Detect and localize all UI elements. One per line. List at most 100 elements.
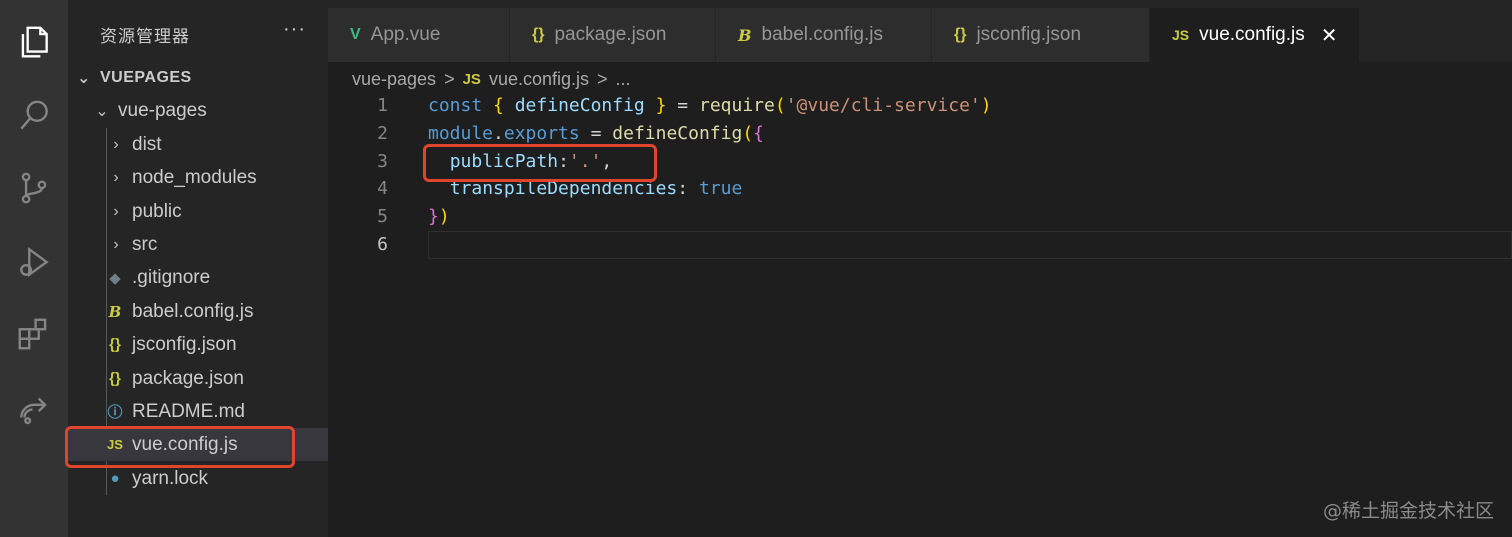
tree-item-label: src bbox=[132, 233, 158, 255]
tree-item-label: babel.config.js bbox=[132, 300, 254, 322]
info-icon: ⓘ bbox=[107, 404, 123, 421]
watermark: @稀土掘金技术社区 bbox=[1322, 500, 1494, 522]
workspace-root-label: VUEPAGES bbox=[100, 68, 192, 86]
code-token: exports bbox=[503, 123, 580, 144]
explorer-title: 资源管理器 bbox=[100, 27, 190, 47]
code-token: } bbox=[655, 95, 667, 116]
tab-app-vue[interactable]: V App.vue bbox=[328, 8, 510, 62]
code-token: module bbox=[428, 123, 494, 144]
tab-jsconfig[interactable]: {} jsconfig.json bbox=[932, 8, 1150, 62]
tree-item-package-json[interactable]: {} package.json bbox=[68, 362, 328, 395]
code-token: ( bbox=[774, 95, 786, 116]
code-token: } bbox=[428, 206, 439, 227]
tab-vue-config[interactable]: JS vue.config.js ✕ bbox=[1150, 8, 1360, 62]
tree-item-label: .gitignore bbox=[132, 266, 211, 288]
tab-label: App.vue bbox=[370, 24, 441, 45]
code-token: ) bbox=[980, 95, 992, 116]
tree-item-label: node_modules bbox=[132, 166, 257, 188]
code-token: { bbox=[753, 123, 764, 144]
tab-package-json[interactable]: {} package.json bbox=[510, 8, 716, 62]
tab-label: vue.config.js bbox=[1199, 24, 1305, 45]
code-token: { bbox=[493, 95, 504, 116]
code-token: ) bbox=[438, 206, 450, 227]
tree-item-public[interactable]: › public bbox=[68, 195, 328, 228]
json-icon: {} bbox=[109, 336, 121, 353]
search-icon[interactable] bbox=[12, 94, 56, 138]
code-token: defineConfig bbox=[612, 123, 743, 144]
breadcrumb: vue-pages > JS vue.config.js > ... bbox=[352, 66, 631, 92]
code-token: const bbox=[428, 95, 483, 116]
code-token: = bbox=[677, 95, 689, 116]
code-token: ( bbox=[742, 123, 754, 144]
code-line-5: }) bbox=[428, 203, 450, 231]
tab-bar: V App.vue {} package.json B babel.config… bbox=[328, 0, 1512, 62]
breadcrumb-more[interactable]: ... bbox=[616, 69, 631, 90]
tree-item-dist[interactable]: › dist bbox=[68, 128, 328, 161]
chevron-down-icon: ⌄ bbox=[77, 69, 91, 87]
tree-item-label: README.md bbox=[132, 400, 245, 422]
source-control-icon[interactable] bbox=[12, 166, 56, 210]
babel-icon: B bbox=[738, 25, 752, 45]
chevron-right-icon: > bbox=[597, 68, 608, 89]
folder-vue-pages[interactable]: ⌄ vue-pages bbox=[68, 94, 328, 127]
yarn-icon: ● bbox=[110, 470, 120, 487]
babel-icon: B bbox=[108, 302, 122, 321]
line-number: 3 bbox=[377, 151, 388, 172]
extensions-icon[interactable] bbox=[12, 312, 56, 356]
chevron-right-icon: > bbox=[444, 68, 455, 89]
json-icon: {} bbox=[109, 370, 121, 387]
chevron-right-icon: › bbox=[113, 168, 119, 186]
js-file-icon: JS bbox=[1172, 27, 1190, 43]
tree-item-label: package.json bbox=[132, 367, 244, 389]
workspace-root[interactable]: ⌄ VUEPAGES bbox=[68, 61, 328, 94]
annotation-box-public-path bbox=[423, 144, 657, 182]
json-icon: {} bbox=[532, 26, 545, 43]
tree-item-readme[interactable]: ⓘ README.md bbox=[68, 395, 328, 428]
code-token: true bbox=[698, 178, 743, 199]
annotation-box-vue-config bbox=[65, 426, 295, 468]
line-number: 2 bbox=[377, 123, 388, 144]
code-line-1: const { defineConfig } = require('@vue/c… bbox=[428, 92, 992, 120]
line-number: 6 bbox=[377, 234, 388, 255]
line-number: 4 bbox=[377, 178, 388, 199]
code-token: : bbox=[677, 178, 689, 199]
tree-item-label: public bbox=[132, 200, 182, 222]
chevron-right-icon: › bbox=[113, 135, 119, 153]
code-token: = bbox=[590, 123, 602, 144]
remote-explorer-icon[interactable] bbox=[12, 386, 56, 430]
chevron-right-icon: › bbox=[113, 202, 119, 220]
js-file-icon: JS bbox=[462, 70, 481, 88]
activity-bar bbox=[0, 0, 68, 537]
tree-item-node-modules[interactable]: › node_modules bbox=[68, 161, 328, 194]
tab-label: package.json bbox=[554, 24, 667, 45]
chevron-down-icon: ⌄ bbox=[95, 102, 109, 120]
tab-babel-config[interactable]: B babel.config.js bbox=[716, 8, 932, 62]
tree-item-label: yarn.lock bbox=[132, 467, 209, 489]
tree-item-src[interactable]: › src bbox=[68, 228, 328, 261]
line-number: 1 bbox=[377, 95, 388, 116]
more-actions-icon[interactable]: ··· bbox=[283, 18, 306, 41]
line-number: 5 bbox=[377, 206, 388, 227]
code-token: '@vue/cli-service' bbox=[785, 95, 981, 116]
explorer-files-icon[interactable] bbox=[12, 20, 56, 64]
code-token: defineConfig bbox=[514, 95, 645, 116]
tree-item-gitignore[interactable]: ◆ .gitignore bbox=[68, 261, 328, 294]
tree-item-babel-config[interactable]: B babel.config.js bbox=[68, 295, 328, 328]
tab-label: babel.config.js bbox=[761, 24, 883, 45]
folder-label: vue-pages bbox=[118, 99, 207, 121]
current-line-highlight bbox=[428, 231, 1512, 259]
code-token: . bbox=[493, 123, 504, 144]
breadcrumb-file[interactable]: vue.config.js bbox=[489, 69, 589, 90]
tree-item-label: jsconfig.json bbox=[132, 333, 237, 355]
tree-item-label: dist bbox=[132, 133, 162, 155]
tree-item-jsconfig[interactable]: {} jsconfig.json bbox=[68, 328, 328, 361]
vue-icon: V bbox=[350, 26, 361, 43]
tab-label: jsconfig.json bbox=[976, 24, 1082, 45]
run-debug-icon[interactable] bbox=[12, 240, 56, 284]
close-icon[interactable]: ✕ bbox=[1321, 23, 1338, 48]
git-icon: ◆ bbox=[109, 269, 121, 287]
chevron-right-icon: › bbox=[113, 235, 119, 253]
breadcrumb-folder[interactable]: vue-pages bbox=[352, 69, 436, 90]
json-icon: {} bbox=[954, 26, 967, 43]
code-token: require bbox=[698, 95, 775, 116]
